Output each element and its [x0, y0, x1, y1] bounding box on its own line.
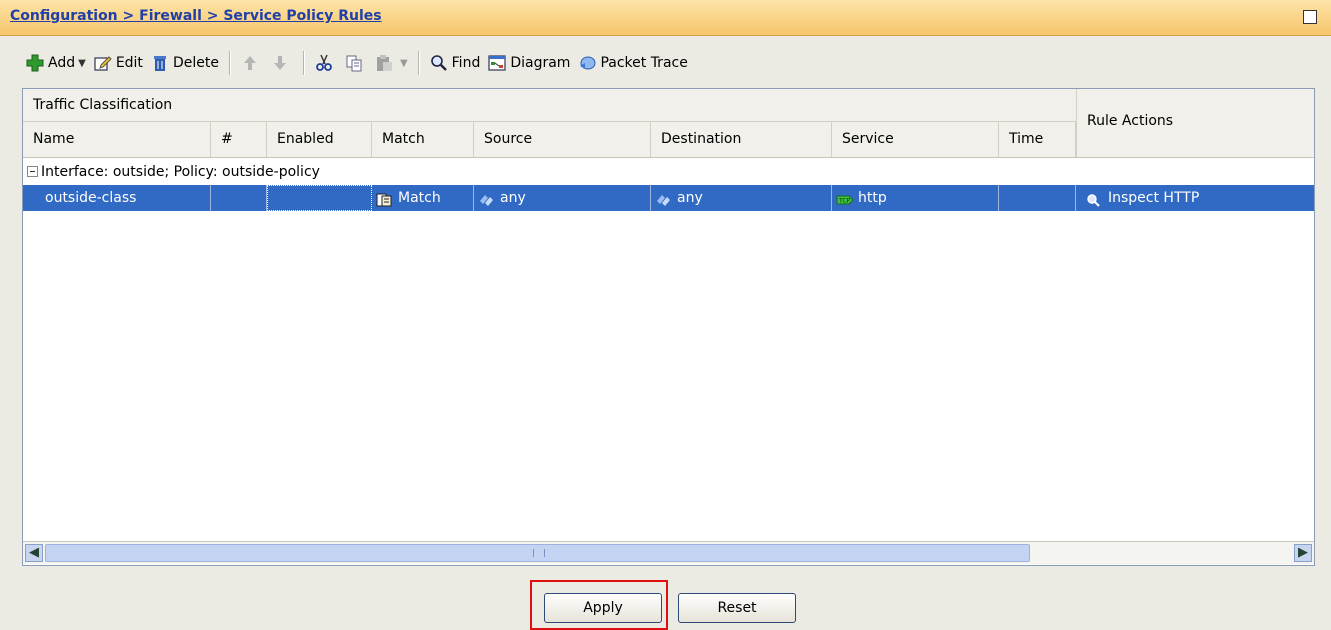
add-label: Add — [48, 55, 76, 71]
table-row[interactable]: outside-class Match any any TCP http Ins… — [23, 185, 1314, 211]
cell-destination-label: any — [677, 190, 703, 206]
collapse-icon[interactable] — [27, 166, 38, 177]
find-label: Find — [451, 55, 481, 71]
svg-text:TCP: TCP — [838, 198, 851, 205]
cell-name: outside-class — [23, 185, 211, 211]
scroll-left-icon[interactable]: ◀ — [25, 544, 43, 562]
paste-button[interactable]: ▼ — [371, 49, 412, 77]
trash-icon — [151, 54, 169, 72]
grip-icon — [532, 549, 545, 557]
paste-icon — [375, 54, 393, 72]
copy-icon — [345, 54, 363, 72]
rule-action-label: Inspect HTTP — [1108, 190, 1200, 206]
column-header-source[interactable]: Source — [474, 122, 651, 157]
table-header: Traffic Classification Name # Enabled Ma… — [23, 89, 1314, 158]
scissors-icon — [315, 54, 333, 72]
move-up-button[interactable] — [237, 49, 267, 77]
column-header-time[interactable]: Time — [999, 122, 1076, 157]
cell-enabled[interactable] — [267, 185, 372, 211]
edit-icon — [94, 54, 112, 72]
column-header-enabled[interactable]: Enabled — [267, 122, 372, 157]
policy-group-row[interactable]: Interface: outside; Policy: outside-poli… — [23, 159, 1314, 185]
tcp-service-icon: TCP — [836, 190, 854, 205]
arrow-up-icon — [241, 54, 259, 72]
packet-trace-icon — [578, 54, 596, 72]
maximize-icon[interactable] — [1303, 10, 1317, 24]
column-header-rule-actions[interactable]: Rule Actions — [1076, 89, 1315, 157]
cell-source-label: any — [500, 190, 526, 206]
arrow-down-icon — [271, 54, 289, 72]
column-header-match[interactable]: Match — [372, 122, 474, 157]
diagram-label: Diagram — [510, 55, 571, 71]
traffic-classification-header: Traffic Classification — [33, 97, 173, 113]
column-header-destination[interactable]: Destination — [651, 122, 832, 157]
cell-service: TCP http — [832, 185, 999, 211]
panel-titlebar: Configuration > Firewall > Service Polic… — [0, 0, 1331, 36]
column-header-name[interactable]: Name — [23, 122, 211, 157]
toolbar-separator — [302, 51, 305, 75]
scrollbar-thumb[interactable] — [45, 544, 1030, 562]
column-header-number[interactable]: # — [211, 122, 267, 157]
packet-trace-label: Packet Trace — [600, 55, 688, 71]
plus-icon — [26, 54, 44, 72]
column-header-service[interactable]: Service — [832, 122, 999, 157]
copy-button[interactable] — [341, 49, 371, 77]
reset-button[interactable]: Reset — [678, 593, 796, 623]
match-icon — [376, 190, 392, 207]
horizontal-scrollbar[interactable]: ◀ ▶ — [23, 541, 1314, 564]
cell-service-label: http — [858, 190, 887, 206]
cell-number — [211, 185, 267, 211]
edit-button[interactable]: Edit — [90, 49, 147, 77]
cell-destination: any — [651, 185, 832, 211]
breadcrumb[interactable]: Configuration > Firewall > Service Polic… — [10, 8, 382, 24]
diagram-button[interactable]: Diagram — [484, 49, 574, 77]
network-object-icon — [478, 190, 494, 206]
cut-button[interactable] — [311, 49, 341, 77]
policy-group-label: Interface: outside; Policy: outside-poli… — [41, 164, 320, 180]
diagram-icon — [488, 54, 506, 72]
delete-label: Delete — [172, 55, 219, 71]
network-object-icon — [655, 190, 671, 206]
cell-time — [999, 185, 1076, 211]
toolbar-separator — [228, 51, 231, 75]
packet-trace-button[interactable]: Packet Trace — [574, 49, 691, 77]
edit-label: Edit — [115, 55, 143, 71]
magnifier-icon — [430, 54, 448, 72]
scroll-right-icon[interactable]: ▶ — [1294, 544, 1312, 562]
cell-match-label: Match — [398, 190, 441, 206]
chevron-down-icon[interactable]: ▼ — [400, 58, 408, 69]
rules-table: Traffic Classification Name # Enabled Ma… — [22, 88, 1315, 566]
chevron-down-icon[interactable]: ▼ — [78, 58, 86, 69]
add-button[interactable]: Add ▼ — [22, 49, 90, 77]
apply-button[interactable]: Apply — [544, 593, 662, 623]
delete-button[interactable]: Delete — [147, 49, 223, 77]
move-down-button[interactable] — [267, 49, 297, 77]
find-button[interactable]: Find — [426, 49, 485, 77]
cell-rule-actions: Inspect HTTP — [1076, 185, 1314, 211]
toolbar: Add ▼ Edit Delete ▼ Find Diagram Packet … — [22, 46, 692, 80]
cell-match: Match — [372, 185, 474, 211]
cell-source: any — [474, 185, 651, 211]
toolbar-separator — [417, 51, 420, 75]
magnifier-icon — [1086, 190, 1102, 207]
